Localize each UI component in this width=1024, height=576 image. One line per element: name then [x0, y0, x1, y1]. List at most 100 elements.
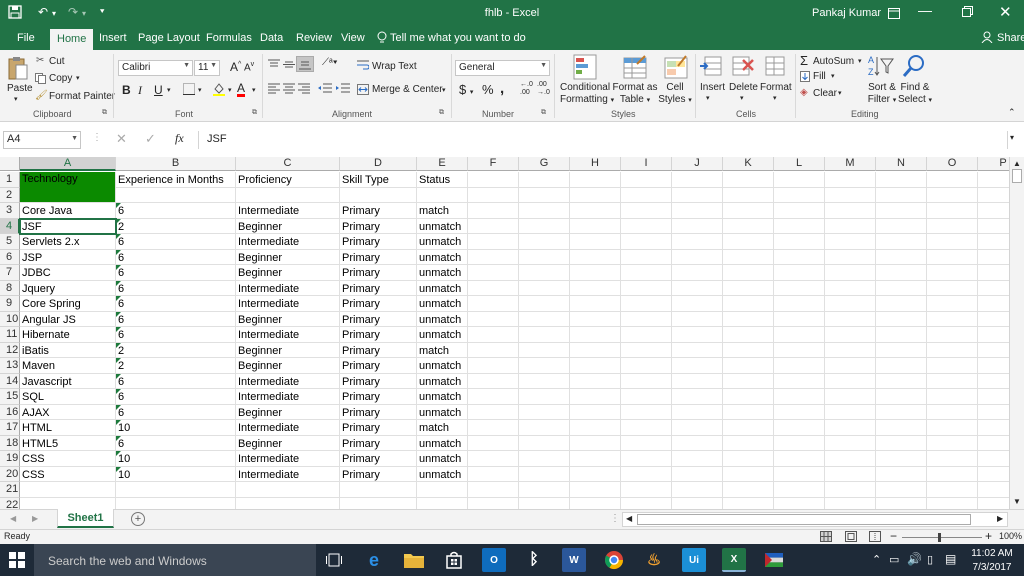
cell-f13[interactable] [468, 358, 519, 374]
cell-g14[interactable] [519, 373, 570, 389]
cell-skill-type[interactable]: Primary [340, 280, 417, 296]
underline-dropdown-icon[interactable]: ▾ [167, 86, 171, 94]
cell-proficiency[interactable]: Intermediate [236, 466, 340, 482]
row-header-7[interactable]: 7 [0, 265, 20, 281]
cell-c22[interactable] [236, 497, 340, 509]
cell-k22[interactable] [723, 497, 774, 509]
cell-status[interactable]: unmatch [417, 280, 468, 296]
font-color-icon[interactable]: A [237, 81, 246, 97]
cell-m6[interactable] [825, 249, 876, 265]
cell-proficiency[interactable]: Intermediate [236, 234, 340, 250]
cell-experience[interactable]: 2 [116, 342, 236, 358]
cell-j16[interactable] [672, 404, 723, 420]
cell-o16[interactable] [927, 404, 978, 420]
insert-cells-icon[interactable] [699, 54, 723, 78]
cell-technology[interactable]: CSS [20, 466, 116, 482]
cell-k10[interactable] [723, 311, 774, 327]
cell-experience[interactable]: 6 [116, 249, 236, 265]
cell-proficiency[interactable]: Intermediate [236, 451, 340, 467]
cell-experience[interactable]: 10 [116, 466, 236, 482]
cell-technology[interactable]: Core Java [20, 203, 116, 219]
cell-i20[interactable] [621, 466, 672, 482]
cell-i14[interactable] [621, 373, 672, 389]
cell-g22[interactable] [519, 497, 570, 509]
cell-i3[interactable] [621, 203, 672, 219]
cell-h9[interactable] [570, 296, 621, 312]
cell-l3[interactable] [774, 203, 825, 219]
cell-l19[interactable] [774, 451, 825, 467]
font-color-dropdown-icon[interactable]: ▾ [252, 86, 256, 94]
bold-icon[interactable]: B [122, 83, 131, 97]
clock-date[interactable]: 7/3/2017 [966, 562, 1018, 573]
cell-skill-type[interactable]: Primary [340, 327, 417, 343]
page-break-view-icon[interactable] [869, 531, 881, 545]
cell-b21[interactable] [116, 482, 236, 498]
cell-n13[interactable] [876, 358, 927, 374]
share-icon[interactable] [981, 31, 993, 46]
cell-i11[interactable] [621, 327, 672, 343]
cell-m21[interactable] [825, 482, 876, 498]
scroll-left-icon[interactable]: ◀ [626, 514, 632, 523]
orientation-icon[interactable]: ⟋ᵃ▾ [322, 57, 338, 68]
cell-experience[interactable]: 6 [116, 404, 236, 420]
restore-icon[interactable] [962, 4, 973, 20]
cell-n12[interactable] [876, 342, 927, 358]
cell-k17[interactable] [723, 420, 774, 436]
cell-g9[interactable] [519, 296, 570, 312]
cell-g12[interactable] [519, 342, 570, 358]
cell-m12[interactable] [825, 342, 876, 358]
start-button[interactable] [0, 544, 34, 576]
zoom-slider-thumb[interactable] [938, 533, 941, 542]
cell-experience[interactable]: 2 [116, 358, 236, 374]
decrease-indent-icon[interactable] [318, 83, 332, 97]
cell-skill-type[interactable]: Primary [340, 404, 417, 420]
battery-icon[interactable]: ▭ [889, 553, 899, 566]
cell-i13[interactable] [621, 358, 672, 374]
cell-proficiency[interactable]: Intermediate [236, 296, 340, 312]
page-layout-view-icon[interactable] [845, 531, 857, 545]
cell-n11[interactable] [876, 327, 927, 343]
vertical-scrollbar[interactable]: ▲ ▼ [1009, 157, 1024, 509]
tell-me-search[interactable]: Tell me what you want to do [390, 32, 526, 44]
cell-j19[interactable] [672, 451, 723, 467]
confirm-entry-icon[interactable]: ✓ [145, 131, 156, 147]
cell-i19[interactable] [621, 451, 672, 467]
cell-status[interactable]: unmatch [417, 389, 468, 405]
cell-k16[interactable] [723, 404, 774, 420]
cell-skill-type[interactable]: Primary [340, 296, 417, 312]
cell-k11[interactable] [723, 327, 774, 343]
cell-h2[interactable] [570, 187, 621, 203]
cell-technology[interactable]: Maven [20, 358, 116, 374]
autosum-button[interactable]: AutoSum [813, 56, 854, 67]
cell-c2[interactable] [236, 187, 340, 203]
cell-g5[interactable] [519, 234, 570, 250]
cell-i18[interactable] [621, 435, 672, 451]
cell-status[interactable]: match [417, 420, 468, 436]
excel-icon[interactable]: X [722, 548, 746, 572]
cell-i1[interactable] [621, 172, 672, 188]
cell-k19[interactable] [723, 451, 774, 467]
cell-styles-button[interactable]: Cell Styles ▾ [656, 82, 694, 107]
cell-l17[interactable] [774, 420, 825, 436]
cell-f11[interactable] [468, 327, 519, 343]
collapse-ribbon-icon[interactable]: ⌃ [1008, 107, 1016, 118]
cell-technology[interactable]: Angular JS [20, 311, 116, 327]
cell-j12[interactable] [672, 342, 723, 358]
cell-h11[interactable] [570, 327, 621, 343]
comma-style-icon[interactable]: , [500, 80, 504, 97]
cell-n2[interactable] [876, 187, 927, 203]
increase-font-size-icon[interactable]: A^ [230, 60, 241, 74]
column-header-h[interactable]: H [570, 157, 621, 171]
column-header-g[interactable]: G [519, 157, 570, 171]
number-launcher-icon[interactable]: ⧉ [541, 109, 546, 117]
cell-status[interactable]: unmatch [417, 311, 468, 327]
format-as-table-icon[interactable] [623, 54, 647, 80]
cell-i6[interactable] [621, 249, 672, 265]
bottom-align-icon[interactable] [296, 56, 314, 72]
tab-review[interactable]: Review [296, 32, 332, 44]
cell-g17[interactable] [519, 420, 570, 436]
cell-i2[interactable] [621, 187, 672, 203]
file-explorer-icon[interactable] [402, 548, 426, 572]
cell-experience[interactable]: 2 [116, 218, 236, 234]
cell-k13[interactable] [723, 358, 774, 374]
